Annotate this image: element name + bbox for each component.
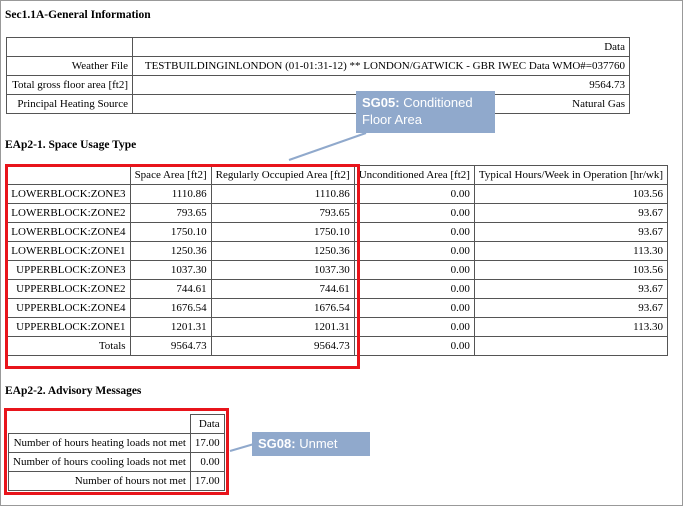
callout-text: Unmet xyxy=(299,436,338,451)
callout-code: SG08: xyxy=(258,436,296,451)
callout-text-2: Floor Area xyxy=(362,112,422,127)
callout-text: Conditioned xyxy=(403,95,473,110)
callout-connectors xyxy=(229,132,367,452)
callout-sg08: SG08: Unmet xyxy=(252,432,370,456)
callout-code: SG05: xyxy=(362,95,400,110)
sg05-connector xyxy=(288,132,367,161)
sg08-connector xyxy=(229,443,255,452)
callout-sg05: SG05: Conditioned Floor Area xyxy=(356,91,495,133)
